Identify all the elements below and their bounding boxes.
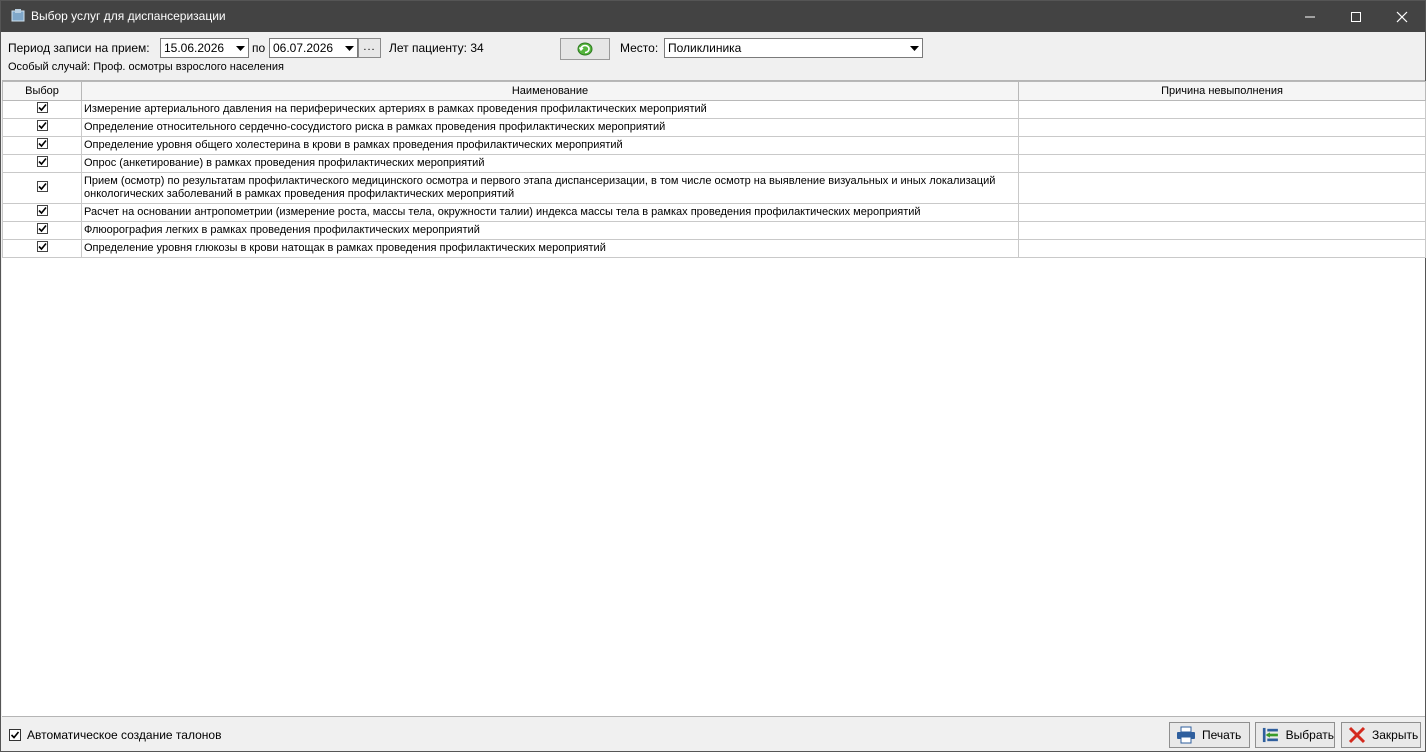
row-checkbox[interactable] xyxy=(36,138,48,149)
row-reason[interactable] xyxy=(1018,172,1426,204)
select-icon xyxy=(1262,727,1278,743)
row-reason[interactable] xyxy=(1018,136,1426,155)
table-row[interactable]: Расчет на основании антропометрии (измер… xyxy=(2,203,1426,222)
column-header-reason[interactable]: Причина невыполнения xyxy=(1018,81,1426,101)
row-service-name[interactable]: Опрос (анкетирование) в рамках проведени… xyxy=(81,154,1019,173)
table-header-row: Выбор Наименование Причина невыполнения xyxy=(2,81,1426,101)
row-service-name[interactable]: Измерение артериального давления на пери… xyxy=(81,100,1019,119)
row-select-cell xyxy=(2,100,82,119)
place-select[interactable]: Поликлиника xyxy=(664,38,923,58)
row-checkbox[interactable] xyxy=(36,120,48,131)
chevron-down-icon[interactable] xyxy=(341,39,357,57)
date-from-value: 15.06.2026 xyxy=(164,41,225,55)
row-select-cell xyxy=(2,118,82,137)
printer-icon xyxy=(1177,726,1195,744)
date-from-picker[interactable]: 15.06.2026 xyxy=(160,38,249,58)
period-picker-button[interactable]: ... xyxy=(358,38,381,58)
services-table: Выбор Наименование Причина невыполнения … xyxy=(2,80,1426,717)
row-select-cell xyxy=(2,221,82,240)
refresh-button[interactable] xyxy=(560,38,610,60)
table-row[interactable]: Флюорография легких в рамках проведения … xyxy=(2,221,1426,240)
chevron-down-icon[interactable] xyxy=(906,39,922,57)
row-checkbox[interactable] xyxy=(36,156,48,167)
place-value: Поликлиника xyxy=(668,41,742,55)
row-checkbox[interactable] xyxy=(36,102,48,113)
row-reason[interactable] xyxy=(1018,221,1426,240)
row-checkbox[interactable] xyxy=(36,241,48,252)
close-button-label: Закрыть xyxy=(1372,728,1419,742)
row-reason[interactable] xyxy=(1018,100,1426,119)
row-service-name[interactable]: Определение относительного сердечно-сосу… xyxy=(81,118,1019,137)
table-row[interactable]: Измерение артериального давления на пери… xyxy=(2,100,1426,119)
row-select-cell xyxy=(2,154,82,173)
close-window-button[interactable] xyxy=(1379,1,1425,32)
row-reason[interactable] xyxy=(1018,118,1426,137)
table-row[interactable]: Прием (осмотр) по результатам профилакти… xyxy=(2,172,1426,204)
minimize-button[interactable] xyxy=(1287,1,1333,32)
row-select-cell xyxy=(2,239,82,258)
row-checkbox[interactable] xyxy=(36,223,48,234)
period-label: Период записи на прием: xyxy=(8,41,150,55)
filter-toolbar: Период записи на прием: 15.06.2026 по 06… xyxy=(1,32,1425,80)
row-reason[interactable] xyxy=(1018,203,1426,222)
auto-tickets-label: Автоматическое создание талонов xyxy=(27,728,222,742)
table-row[interactable]: Определение относительного сердечно-сосу… xyxy=(2,118,1426,137)
auto-tickets-checkbox[interactable] xyxy=(9,729,21,741)
column-header-select[interactable]: Выбор xyxy=(2,81,82,101)
close-icon xyxy=(1396,11,1408,22)
row-reason[interactable] xyxy=(1018,154,1426,173)
date-to-value: 06.07.2026 xyxy=(273,41,334,55)
row-service-name[interactable]: Флюорография легких в рамках проведения … xyxy=(81,221,1019,240)
row-service-name[interactable]: Определение уровня глюкозы в крови натощ… xyxy=(81,239,1019,258)
to-label: по xyxy=(252,41,266,55)
row-select-cell xyxy=(2,172,82,204)
chevron-down-icon[interactable] xyxy=(232,39,248,57)
close-icon xyxy=(1348,726,1366,744)
table-row[interactable]: Определение уровня глюкозы в крови натощ… xyxy=(2,239,1426,258)
row-select-cell xyxy=(2,136,82,155)
row-service-name[interactable]: Прием (осмотр) по результатам профилакти… xyxy=(81,172,1019,204)
print-button-label: Печать xyxy=(1202,728,1242,742)
refresh-icon xyxy=(577,42,593,56)
close-button[interactable]: Закрыть xyxy=(1341,722,1421,748)
row-checkbox[interactable] xyxy=(36,205,48,216)
footer-bar: Автоматическое создание талонов Печать В… xyxy=(1,717,1425,751)
window-title: Выбор услуг для диспансеризации xyxy=(31,9,226,23)
row-reason[interactable] xyxy=(1018,239,1426,258)
table-row[interactable]: Определение уровня общего холестерина в … xyxy=(2,136,1426,155)
maximize-button[interactable] xyxy=(1333,1,1379,32)
select-button-label: Выбрать xyxy=(1285,728,1334,742)
minimize-icon xyxy=(1305,16,1315,17)
maximize-icon xyxy=(1351,11,1361,22)
print-button[interactable]: Печать xyxy=(1169,722,1250,748)
app-icon xyxy=(11,9,25,22)
title-bar[interactable]: Выбор услуг для диспансеризации xyxy=(1,1,1425,32)
table-row[interactable]: Опрос (анкетирование) в рамках проведени… xyxy=(2,154,1426,173)
row-checkbox[interactable] xyxy=(36,180,48,192)
place-label: Место: xyxy=(620,41,659,55)
dialog-window: Выбор услуг для диспансеризации Период з… xyxy=(0,0,1426,752)
column-header-name[interactable]: Наименование xyxy=(81,81,1019,101)
row-service-name[interactable]: Расчет на основании антропометрии (измер… xyxy=(81,203,1019,222)
row-service-name[interactable]: Определение уровня общего холестерина в … xyxy=(81,136,1019,155)
row-select-cell xyxy=(2,203,82,222)
special-case-label: Особый случай: Проф. осмотры взрослого н… xyxy=(8,61,284,73)
patient-age-label: Лет пациенту: 34 xyxy=(389,41,484,55)
select-button[interactable]: Выбрать xyxy=(1255,722,1335,748)
date-to-picker[interactable]: 06.07.2026 xyxy=(269,38,358,58)
